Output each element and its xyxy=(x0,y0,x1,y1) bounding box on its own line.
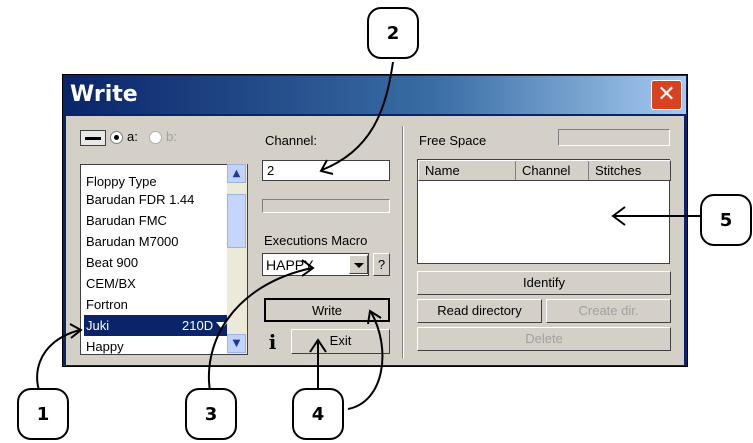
arrow-1 xyxy=(36,329,81,398)
arrow-4b xyxy=(347,311,384,410)
callout-3: 3 xyxy=(185,388,237,440)
callout-4: 4 xyxy=(292,388,344,440)
annotation-arrows xyxy=(36,61,700,410)
callout-5: 5 xyxy=(700,194,752,246)
arrow-2 xyxy=(321,61,394,171)
callout-1: 1 xyxy=(17,388,69,440)
arrow-3 xyxy=(207,267,313,398)
callout-2: 2 xyxy=(367,7,419,59)
